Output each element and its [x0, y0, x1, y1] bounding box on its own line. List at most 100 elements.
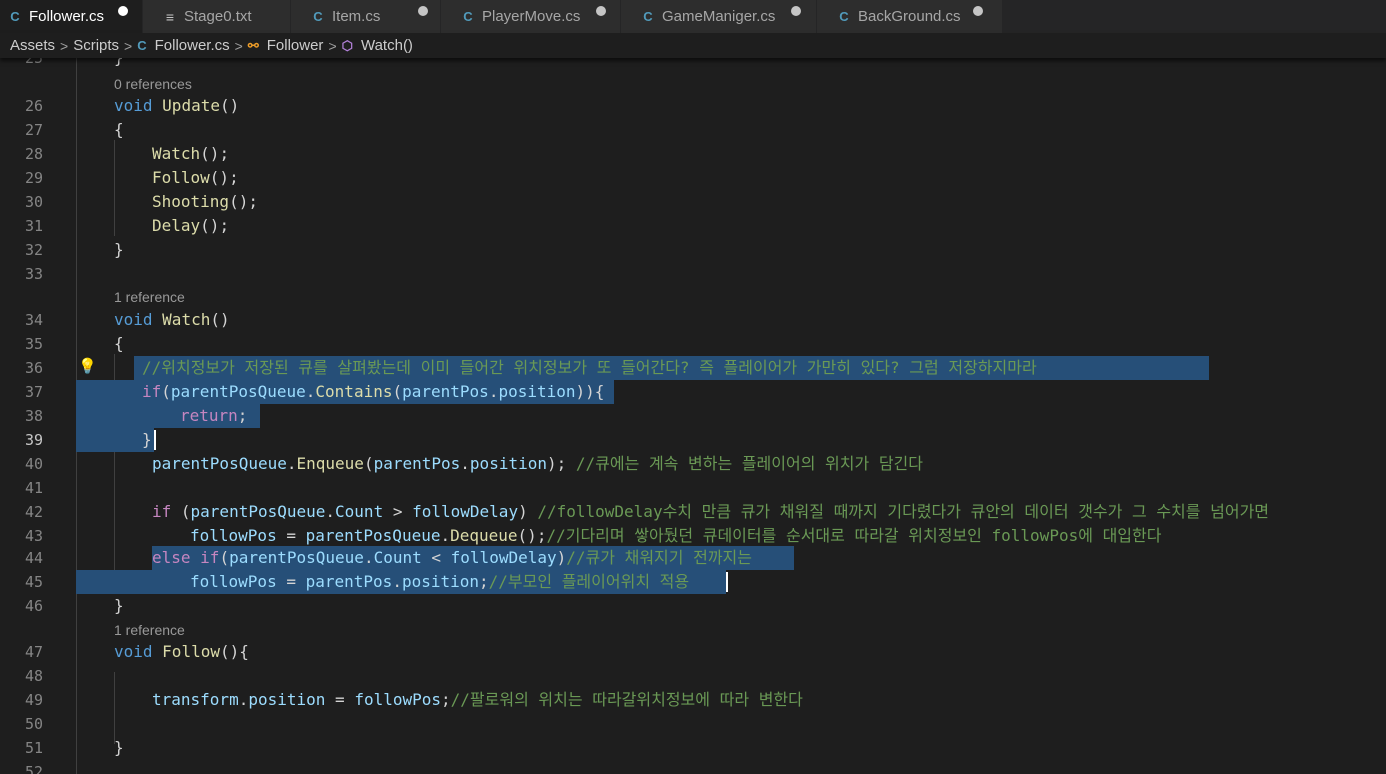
line-number: 49 [24, 691, 43, 709]
code-text: followPos = parentPosQueue.Dequeue();//기… [190, 526, 1162, 545]
line-number: 44 [24, 549, 43, 567]
line-number: 37 [24, 383, 43, 401]
line-number: 34 [24, 311, 43, 329]
tab-stage0-txt[interactable]: ≡ Stage0.txt [143, 0, 291, 33]
code-line: 28 Watch(); [0, 142, 1386, 166]
line-number: 40 [24, 455, 43, 473]
code-editor[interactable]: 25 } 0 references 26 void Update() 27 { … [0, 58, 1386, 774]
code-text: Shooting(); [152, 192, 258, 211]
line-number: 39 [24, 431, 43, 449]
code-line: 46 } [0, 594, 1386, 618]
csharp-icon: C [643, 9, 653, 24]
line-number: 43 [24, 527, 43, 545]
code-text: { [114, 334, 124, 353]
editor-tab-bar: C Follower.cs ≡ Stage0.txt C Item.cs C P… [0, 0, 1386, 33]
line-number: 38 [24, 407, 43, 425]
code-line: 43 followPos = parentPosQueue.Dequeue();… [0, 524, 1386, 548]
code-line: 25 } [0, 58, 1386, 70]
chevron-right-icon: > [124, 37, 133, 54]
code-text: Delay(); [152, 216, 230, 235]
code-line: 47 void Follow(){ [0, 640, 1386, 664]
text-file-icon: ≡ [165, 8, 175, 25]
breadcrumb-item-file[interactable]: Follower.cs [155, 37, 230, 54]
line-number: 41 [24, 479, 43, 497]
unsaved-dot-icon[interactable] [973, 6, 983, 16]
line-number: 50 [24, 715, 43, 733]
code-text: //위치정보가 저장된 큐를 살펴봤는데 이미 들어간 위치정보가 또 들어간다… [142, 358, 1037, 377]
code-text: if(parentPosQueue.Contains(parentPos.pos… [142, 382, 605, 401]
chevron-right-icon: > [60, 37, 69, 54]
code-text: else if(parentPosQueue.Count < followDel… [152, 548, 752, 567]
codelens-references[interactable]: 0 references [114, 73, 192, 95]
breadcrumb-item-scripts[interactable]: Scripts [73, 37, 119, 54]
line-number: 52 [24, 763, 43, 774]
tab-label: Stage0.txt [184, 8, 252, 25]
code-line: 51 } [0, 736, 1386, 760]
breadcrumb-item-class[interactable]: Follower [267, 37, 324, 54]
csharp-icon: C [463, 9, 473, 24]
code-line: 33 [0, 262, 1386, 286]
codelens-references[interactable]: 1 reference [114, 286, 185, 308]
breadcrumb-item-method[interactable]: Watch() [361, 37, 413, 54]
code-text: } [114, 738, 124, 757]
line-number: 47 [24, 643, 43, 661]
tab-gamemaniger-cs[interactable]: C GameManiger.cs [621, 0, 817, 33]
code-line: 41 [0, 476, 1386, 500]
code-line: 29 Follow(); [0, 166, 1386, 190]
code-text: return; [180, 406, 248, 425]
tab-label: BackGround.cs [858, 8, 961, 25]
tab-playermove-cs[interactable]: C PlayerMove.cs [441, 0, 621, 33]
breadcrumb-item-assets[interactable]: Assets [10, 37, 55, 54]
code-line: 35 { [0, 332, 1386, 356]
line-number: 46 [24, 597, 43, 615]
line-number: 42 [24, 503, 43, 521]
unsaved-dot-icon[interactable] [118, 6, 128, 16]
code-text: followPos = parentPos.position;//부모인 플레이… [190, 572, 690, 591]
code-text: void Update() [114, 96, 240, 115]
chevron-right-icon: > [328, 37, 337, 54]
unsaved-dot-icon[interactable] [418, 6, 428, 16]
class-icon: ⚯ [247, 37, 259, 53]
code-line: 40 parentPosQueue.Enqueue(parentPos.posi… [0, 452, 1386, 476]
code-line: 42 if (parentPosQueue.Count > followDela… [0, 500, 1386, 524]
method-icon: ⬡ [341, 37, 353, 53]
tab-follower-cs[interactable]: C Follower.cs [0, 0, 143, 33]
code-line: 45 followPos = parentPos.position;//부모인 … [0, 570, 1386, 594]
line-number: 33 [24, 265, 43, 283]
csharp-icon: C [313, 9, 323, 24]
code-line: 38 return; [0, 404, 1386, 428]
code-text: } [142, 430, 152, 449]
code-line: 32 } [0, 238, 1386, 262]
tab-label: Follower.cs [29, 8, 105, 25]
code-line: 26 void Update() [0, 94, 1386, 118]
text-cursor [154, 430, 156, 450]
code-line: 30 Shooting(); [0, 190, 1386, 214]
tab-label: PlayerMove.cs [482, 8, 581, 25]
text-cursor [726, 572, 728, 592]
csharp-icon: C [10, 9, 20, 24]
code-text: transform.position = followPos;//팔로워의 위치… [152, 690, 803, 709]
code-line: 27 { [0, 118, 1386, 142]
line-number: 31 [24, 217, 43, 235]
line-number: 28 [24, 145, 43, 163]
line-number: 36 [24, 359, 43, 377]
code-line: 37 if(parentPosQueue.Contains(parentPos.… [0, 380, 1386, 404]
tab-background-cs[interactable]: C BackGround.cs [817, 0, 1003, 33]
code-line: 49 transform.position = followPos;//팔로워의… [0, 688, 1386, 712]
csharp-icon: C [137, 38, 147, 53]
code-line: 44 else if(parentPosQueue.Count < follow… [0, 546, 1386, 570]
line-number: 27 [24, 121, 43, 139]
code-text: void Follow(){ [114, 642, 249, 661]
line-number: 30 [24, 193, 43, 211]
code-line: 50 [0, 712, 1386, 736]
code-line: 52 [0, 760, 1386, 774]
tab-item-cs[interactable]: C Item.cs [291, 0, 441, 33]
code-text: } [114, 58, 124, 70]
code-line: 34 void Watch() [0, 308, 1386, 332]
code-line: 31 Delay(); [0, 214, 1386, 238]
unsaved-dot-icon[interactable] [791, 6, 801, 16]
code-text: } [114, 596, 124, 615]
codelens-references[interactable]: 1 reference [114, 619, 185, 641]
unsaved-dot-icon[interactable] [596, 6, 606, 16]
line-number: 32 [24, 241, 43, 259]
